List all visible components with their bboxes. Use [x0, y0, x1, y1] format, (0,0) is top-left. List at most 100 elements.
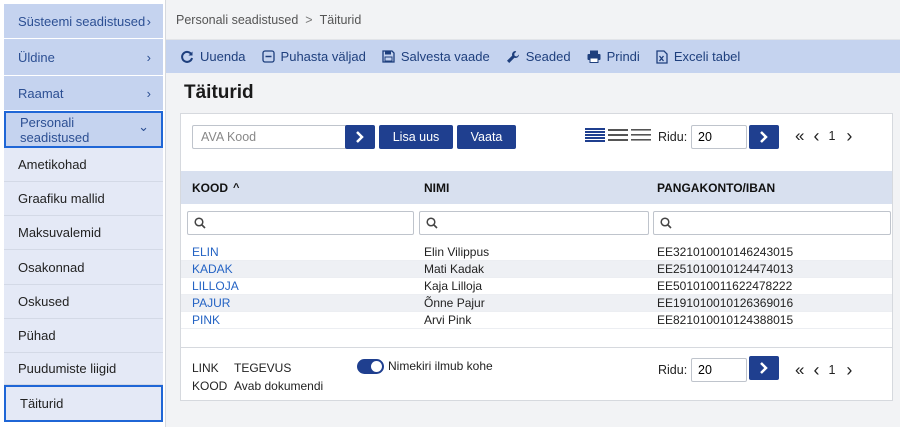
- sidebar-item-label: Oskused: [18, 294, 70, 309]
- page-title: Täiturid: [184, 82, 254, 103]
- sidebar: Süsteemi seadistused › Üldine › Raamat ›…: [0, 0, 166, 427]
- instant-list-toggle[interactable]: [357, 359, 384, 374]
- breadcrumb-parent[interactable]: Personali seadistused: [176, 13, 298, 27]
- sidebar-item-system-settings[interactable]: Süsteemi seadistused ›: [4, 4, 163, 39]
- breadcrumb: Personali seadistused > Täiturid: [166, 0, 900, 40]
- kood-cell[interactable]: LILLOJA: [192, 279, 239, 293]
- table-row[interactable]: ELIN Elin Vilippus EE321010010146243015: [181, 244, 892, 261]
- sidebar-item-label: Graafiku mallid: [18, 191, 105, 206]
- excel-export-label: Exceli tabel: [673, 49, 741, 64]
- rows-per-page-apply-button[interactable]: [749, 125, 779, 149]
- arrow-right-icon: [760, 131, 768, 143]
- table-row[interactable]: KADAK Mati Kadak EE251010010124474013: [181, 261, 892, 278]
- sidebar-item-holidays[interactable]: Pühad: [4, 319, 163, 353]
- arrow-right-icon: [356, 131, 364, 143]
- table-row[interactable]: PINK Arvi Pink EE821010010124388015: [181, 312, 892, 329]
- sidebar-item-label: Pühad: [18, 328, 56, 343]
- column-filters: [181, 211, 892, 237]
- refresh-button[interactable]: Uuenda: [180, 49, 246, 64]
- rows-per-page-apply-button[interactable]: [749, 356, 779, 380]
- table-header: KOOD ^ NIMI PANGAKONTO/IBAN: [181, 171, 892, 204]
- minus-square-icon: [261, 50, 275, 63]
- arrow-right-icon: [760, 362, 768, 374]
- sidebar-item-departments[interactable]: Osakonnad: [4, 250, 163, 285]
- kood-cell[interactable]: ELIN: [192, 245, 219, 259]
- kood-open-input[interactable]: [192, 125, 347, 149]
- pagination: « ‹ 1 ›: [795, 361, 852, 379]
- open-kood-button[interactable]: [345, 125, 375, 149]
- save-view-button[interactable]: Salvesta vaade: [382, 49, 490, 64]
- settings-label: Seaded: [525, 49, 571, 64]
- excel-file-icon: [656, 49, 668, 64]
- print-label: Prindi: [606, 49, 640, 64]
- filter-kood-input[interactable]: [187, 211, 414, 235]
- table-row[interactable]: PAJUR Õnne Pajur EE191010010126369016: [181, 295, 892, 312]
- sidebar-item-label: Üldine: [18, 49, 55, 65]
- list-footer: LINK TEGEVUS KOOD Avab dokumendi Nimekir…: [181, 347, 892, 401]
- next-page-icon[interactable]: ›: [846, 127, 852, 145]
- breadcrumb-current: Täiturid: [319, 12, 362, 27]
- search-icon: [194, 217, 206, 229]
- table-row[interactable]: LILLOJA Kaja Lilloja EE50101001162247822…: [181, 278, 892, 295]
- filter-iban-input[interactable]: [653, 211, 891, 235]
- legend-kood-label: KOOD: [192, 379, 228, 393]
- excel-export-button[interactable]: Exceli tabel: [656, 49, 740, 64]
- iban-cell: EE501010011622478222: [657, 279, 793, 293]
- list-panel: Lisa uus Vaata Ridu: « ‹ 1 › KOOD ^ NIMI…: [180, 113, 893, 401]
- legend-action-label: TEGEVUS: [234, 361, 292, 375]
- toolbar: Uuenda Puhasta väljad Salvesta vaade Sea…: [166, 40, 900, 73]
- column-header-iban[interactable]: PANGAKONTO/IBAN: [657, 171, 775, 204]
- first-page-icon[interactable]: «: [795, 127, 804, 144]
- sidebar-item-label: Puudumiste liigid: [18, 361, 117, 376]
- sidebar-item-skills[interactable]: Oskused: [4, 285, 163, 319]
- column-header-kood[interactable]: KOOD ^: [192, 171, 239, 204]
- kood-cell[interactable]: PAJUR: [192, 296, 230, 310]
- save-icon: [382, 50, 395, 63]
- density-normal-icon[interactable]: [608, 128, 628, 142]
- density-compact-icon[interactable]: [585, 128, 605, 142]
- sidebar-item-label: Osakonnad: [18, 259, 85, 275]
- sidebar-item-positions[interactable]: Ametikohad: [4, 148, 163, 182]
- prev-page-icon[interactable]: ‹: [813, 127, 819, 145]
- view-button[interactable]: Vaata: [457, 125, 516, 149]
- save-view-label: Salvesta vaade: [400, 49, 490, 64]
- first-page-icon[interactable]: «: [795, 361, 804, 378]
- density-wide-icon[interactable]: [631, 128, 651, 142]
- kood-cell[interactable]: PINK: [192, 313, 220, 327]
- nimi-cell: Arvi Pink: [424, 313, 472, 327]
- kood-cell[interactable]: KADAK: [192, 262, 233, 276]
- clear-fields-label: Puhasta väljad: [280, 49, 366, 64]
- nimi-cell: Mati Kadak: [424, 262, 485, 276]
- sidebar-item-label: Maksuvalemid: [18, 225, 102, 240]
- clear-fields-button[interactable]: Puhasta väljad: [261, 49, 366, 64]
- sidebar-item-label: Süsteemi seadistused: [18, 13, 146, 29]
- settings-button[interactable]: Seaded: [506, 49, 571, 64]
- column-header-nimi[interactable]: NIMI: [424, 171, 449, 204]
- rows-per-page-input[interactable]: [691, 125, 747, 149]
- print-button[interactable]: Prindi: [587, 49, 640, 64]
- nimi-cell: Õnne Pajur: [424, 296, 485, 310]
- sidebar-item-label: Personali seadistused: [20, 114, 90, 145]
- column-label: KOOD: [192, 180, 228, 195]
- chevron-right-icon: ›: [146, 13, 151, 29]
- sidebar-item-absence-types[interactable]: Puudumiste liigid: [4, 353, 163, 385]
- rows-per-page-input[interactable]: [691, 358, 747, 382]
- sort-ascending-icon: ^: [233, 181, 240, 194]
- sidebar-item-schedule-templates[interactable]: Graafiku mallid: [4, 182, 163, 216]
- sidebar-item-book[interactable]: Raamat ›: [4, 76, 163, 111]
- pagination: « ‹ 1 ›: [795, 127, 852, 145]
- search-icon: [426, 217, 438, 229]
- instant-list-toggle-label: Nimekiri ilmub kohe: [388, 359, 493, 373]
- filter-nimi-input[interactable]: [419, 211, 649, 235]
- refresh-label: Uuenda: [200, 49, 246, 64]
- current-page-number: 1: [828, 363, 836, 377]
- next-page-icon[interactable]: ›: [846, 361, 852, 379]
- sidebar-item-general[interactable]: Üldine ›: [4, 39, 163, 76]
- add-new-button[interactable]: Lisa uus: [379, 125, 453, 149]
- sidebar-item-label: Ametikohad: [18, 157, 87, 172]
- sidebar-item-performers[interactable]: Täiturid: [4, 385, 163, 422]
- table-body: ELIN Elin Vilippus EE321010010146243015 …: [181, 244, 892, 329]
- prev-page-icon[interactable]: ‹: [813, 361, 819, 379]
- sidebar-item-personnel-settings[interactable]: Personali seadistused ⌄: [4, 111, 163, 148]
- sidebar-item-tax-formulas[interactable]: Maksuvalemid: [4, 216, 163, 250]
